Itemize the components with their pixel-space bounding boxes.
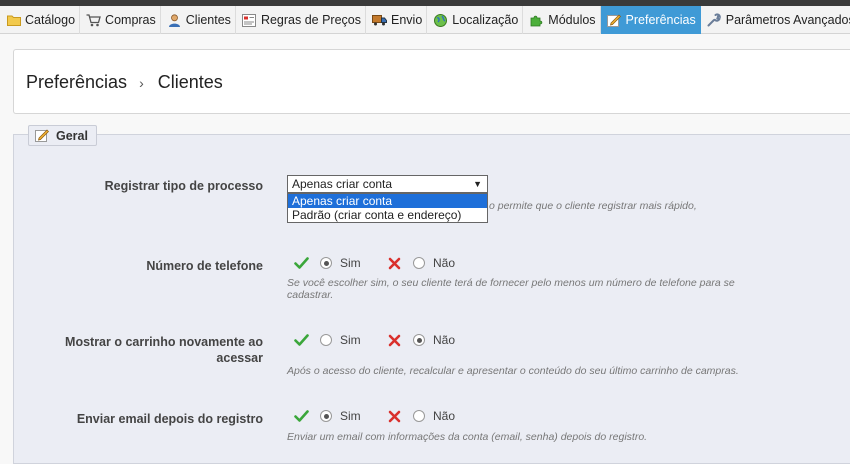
tab-label: Compras [105,13,156,27]
email-hint: Enviar um email com informações da conta… [287,431,648,443]
dropdown-option[interactable]: Apenas criar conta [288,194,487,208]
email-yes-label: Sim [340,409,361,423]
tab-label: Localização [452,13,519,27]
chevron-down-icon: ▼ [473,179,482,189]
select-value: Apenas criar conta [292,177,393,191]
breadcrumb-separator: › [139,74,144,91]
tab-localizacao[interactable]: Localização [427,6,524,34]
phone-no-label: Não [433,256,456,270]
email-yes-radio[interactable] [320,410,332,422]
cross-icon [386,333,402,347]
folder-icon [6,14,21,27]
phone-label: Número de telefone [146,259,263,273]
fieldset-legend: Geral [28,125,97,146]
cart-radio-group: Sim Não [293,332,455,348]
register-process-select[interactable]: Apenas criar conta ▼ [287,175,488,193]
tab-clientes[interactable]: Clientes [161,6,236,34]
cart-label-line2: acessar [216,351,263,365]
tab-parametros-avancados[interactable]: Parâmetros Avançados [701,6,850,34]
tab-label: Regras de Preços [260,13,361,27]
cart-yes-radio[interactable] [320,334,332,346]
tab-envio[interactable]: Envio [366,6,428,34]
puzzle-icon [529,14,544,27]
tab-regras-precos[interactable]: Regras de Preços [236,6,366,34]
tab-catalogo[interactable]: Catálogo [0,6,81,34]
tab-preferencias[interactable]: Preferências [600,6,701,34]
phone-hint-line2: cadastrar. [287,289,334,301]
register-process-label: Registrar tipo de processo [104,179,263,193]
register-process-dropdown: Apenas criar conta Padrão (criar conta e… [287,193,488,223]
wrench-icon [707,13,722,27]
user-icon [167,13,182,27]
page-header: Preferências › Clientes [13,49,850,114]
cart-no-label: Não [433,333,456,347]
dropdown-option[interactable]: Padrão (criar conta e endereço) [288,208,487,222]
legend-label: Geral [56,128,88,143]
cart-no-radio[interactable] [413,334,425,346]
cart-label-line1: Mostrar o carrinho novamente ao [65,335,263,349]
tab-modulos[interactable]: Módulos [523,6,601,34]
email-label: Enviar email depois do registro [76,412,263,426]
register-process-hint: o permite que o cliente registrar mais r… [489,200,697,212]
preferences-icon [607,14,622,27]
edit-icon [35,129,50,142]
email-no-radio[interactable] [413,410,425,422]
truck-icon [372,14,387,27]
tab-compras[interactable]: Compras [80,6,161,34]
cart-label: Mostrar o carrinho novamente ao acessar [13,334,263,366]
cart-yes-label: Sim [340,333,361,347]
main-tabs: Catálogo Compras Clientes Regras de Preç… [0,6,850,34]
breadcrumb: Preferências › Clientes [26,72,223,93]
tab-label: Módulos [548,13,596,27]
tab-label: Clientes [185,13,231,27]
tab-label: Preferências [625,13,696,27]
phone-yes-radio[interactable] [320,257,332,269]
phone-no-radio[interactable] [413,257,425,269]
phone-hint: Se você escolher sim, o seu cliente terá… [287,277,757,301]
globe-icon [433,13,448,27]
check-icon [293,409,309,423]
phone-radio-group: Sim Não [293,255,455,271]
cross-icon [386,409,402,423]
phone-yes-label: Sim [340,256,361,270]
tab-label: Catálogo [25,13,76,27]
price-rules-icon [242,13,257,27]
email-no-label: Não [433,409,456,423]
tab-label: Parâmetros Avançados [725,13,850,27]
tab-label: Envio [391,13,423,27]
page-title: Clientes [157,72,223,92]
cart-hint: Após o acesso do cliente, recalcular e a… [287,365,739,377]
check-icon [293,333,309,347]
cart-icon [86,13,101,27]
breadcrumb-parent[interactable]: Preferências [26,72,127,93]
check-icon [293,256,309,270]
cross-icon [386,256,402,270]
email-radio-group: Sim Não [293,408,455,424]
phone-hint-line1: Se você escolher sim, o seu cliente terá… [287,277,735,289]
